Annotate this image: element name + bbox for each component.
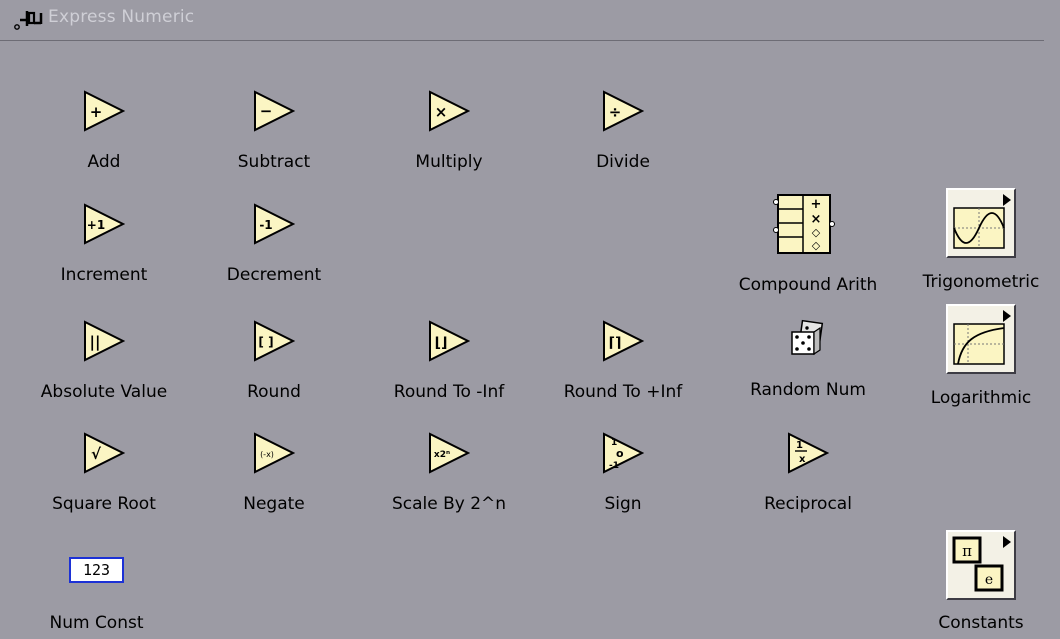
palette-item-square-root[interactable]: √ Square Root bbox=[19, 432, 189, 532]
negate-icon: (-x) bbox=[254, 432, 295, 474]
subpalette-trigonometric[interactable] bbox=[946, 188, 1016, 258]
constants-icon: π e bbox=[952, 536, 1011, 592]
add-icon: + bbox=[84, 90, 125, 132]
svg-text:⌊⌋: ⌊⌋ bbox=[435, 335, 448, 351]
palette-item-add[interactable]: + Add bbox=[19, 90, 189, 190]
scale-by-power-icon: x2ⁿ bbox=[429, 432, 470, 474]
increment-icon: +1 bbox=[84, 203, 125, 245]
item-label: Multiply bbox=[415, 152, 483, 172]
constants-label: Constants bbox=[938, 613, 1024, 633]
palette-item-absolute-value[interactable]: || Absolute Value bbox=[19, 320, 189, 420]
svg-text:e: e bbox=[985, 572, 993, 588]
absolute-value-icon: || bbox=[84, 320, 125, 362]
item-label: Round To +Inf bbox=[563, 382, 683, 402]
reciprocal-icon: 1 x bbox=[788, 432, 829, 474]
palette-item-round-to-neg-inf[interactable]: ⌊⌋ Round To -Inf bbox=[364, 320, 534, 420]
item-label: Round To -Inf bbox=[393, 382, 505, 402]
svg-text:◇: ◇ bbox=[812, 226, 821, 239]
subpalette-constants[interactable]: π e bbox=[946, 530, 1016, 600]
trigonometric-label: Trigonometric bbox=[922, 272, 1040, 292]
palette-item-round[interactable]: [ ] Round bbox=[189, 320, 359, 420]
svg-text:o: o bbox=[616, 447, 624, 460]
svg-text:−: − bbox=[260, 102, 273, 120]
palette-item-random-num[interactable]: Random Num bbox=[723, 318, 893, 418]
palette-item-scale-by-2n[interactable]: x2ⁿ Scale By 2^n bbox=[364, 432, 534, 532]
palette-item-decrement[interactable]: -1 Decrement bbox=[189, 203, 359, 303]
item-label: Divide bbox=[596, 152, 650, 172]
svg-text:×: × bbox=[435, 103, 448, 121]
palette-titlebar: Express Numeric bbox=[0, 0, 1044, 41]
palette-item-compound-arith[interactable]: + × ◇ ◇ Compound Arith bbox=[723, 193, 893, 303]
item-label: Absolute Value bbox=[40, 382, 168, 402]
svg-text:π: π bbox=[962, 542, 972, 560]
item-label: Random Num bbox=[750, 380, 866, 400]
item-label: Round bbox=[247, 382, 301, 402]
item-label: Scale By 2^n bbox=[391, 494, 507, 514]
item-label: Subtract bbox=[237, 152, 311, 172]
svg-text:x2ⁿ: x2ⁿ bbox=[434, 450, 450, 460]
item-label: Add bbox=[87, 152, 121, 172]
subpalette-logarithmic[interactable] bbox=[946, 304, 1016, 374]
svg-text:√: √ bbox=[91, 445, 102, 463]
item-label: Compound Arith bbox=[738, 275, 878, 295]
square-root-icon: √ bbox=[84, 432, 125, 474]
palette-item-sign[interactable]: 1 o -1 Sign bbox=[538, 432, 708, 532]
item-label: Sign bbox=[604, 494, 642, 514]
svg-text:1: 1 bbox=[796, 440, 803, 451]
svg-text:÷: ÷ bbox=[609, 103, 622, 121]
palette-item-negate[interactable]: (-x) Negate bbox=[189, 432, 359, 532]
svg-text:⌈⌉: ⌈⌉ bbox=[609, 335, 622, 351]
item-label: Negate bbox=[243, 494, 305, 514]
round-to-pos-inf-icon: ⌈⌉ bbox=[603, 320, 644, 362]
svg-text:+: + bbox=[90, 103, 103, 121]
svg-text:+1: +1 bbox=[87, 218, 105, 232]
svg-text:-1: -1 bbox=[609, 461, 619, 471]
item-label: Reciprocal bbox=[764, 494, 852, 514]
multiply-icon: × bbox=[429, 90, 470, 132]
num-const-icon[interactable]: 123 bbox=[69, 557, 124, 583]
round-to-neg-inf-icon: ⌊⌋ bbox=[429, 320, 470, 362]
svg-text:||: || bbox=[90, 333, 101, 352]
svg-text:◇: ◇ bbox=[812, 239, 821, 252]
svg-text:+: + bbox=[811, 197, 822, 212]
svg-text:(-x): (-x) bbox=[260, 450, 274, 459]
palette-item-multiply[interactable]: × Multiply bbox=[364, 90, 534, 190]
item-label: Increment bbox=[60, 265, 148, 285]
svg-text:×: × bbox=[811, 212, 822, 227]
decrement-icon: -1 bbox=[254, 203, 295, 245]
sign-icon: 1 o -1 bbox=[603, 432, 644, 474]
logarithmic-icon bbox=[953, 310, 1011, 365]
num-const-label: Num Const bbox=[49, 613, 144, 633]
palette-item-reciprocal[interactable]: 1 x Reciprocal bbox=[723, 432, 893, 532]
trigonometric-icon bbox=[953, 194, 1011, 249]
logarithmic-label: Logarithmic bbox=[930, 388, 1032, 408]
round-icon: [ ] bbox=[254, 320, 295, 362]
palette-item-increment[interactable]: +1 Increment bbox=[19, 203, 189, 303]
svg-text:[ ]: [ ] bbox=[258, 335, 273, 349]
palette-item-subtract[interactable]: − Subtract bbox=[189, 90, 359, 190]
pin-icon[interactable] bbox=[14, 8, 46, 32]
svg-text:x: x bbox=[799, 454, 806, 465]
item-label: Decrement bbox=[226, 265, 322, 285]
palette-title: Express Numeric bbox=[48, 7, 195, 27]
item-label: Square Root bbox=[52, 494, 156, 514]
dice-icon bbox=[791, 319, 824, 356]
palette-item-divide[interactable]: ÷ Divide bbox=[538, 90, 708, 190]
divide-icon: ÷ bbox=[603, 90, 644, 132]
compound-arith-icon: + × ◇ ◇ bbox=[773, 194, 835, 254]
svg-text:-1: -1 bbox=[259, 218, 272, 232]
palette-item-round-to-pos-inf[interactable]: ⌈⌉ Round To +Inf bbox=[538, 320, 708, 420]
subtract-icon: − bbox=[254, 90, 295, 132]
